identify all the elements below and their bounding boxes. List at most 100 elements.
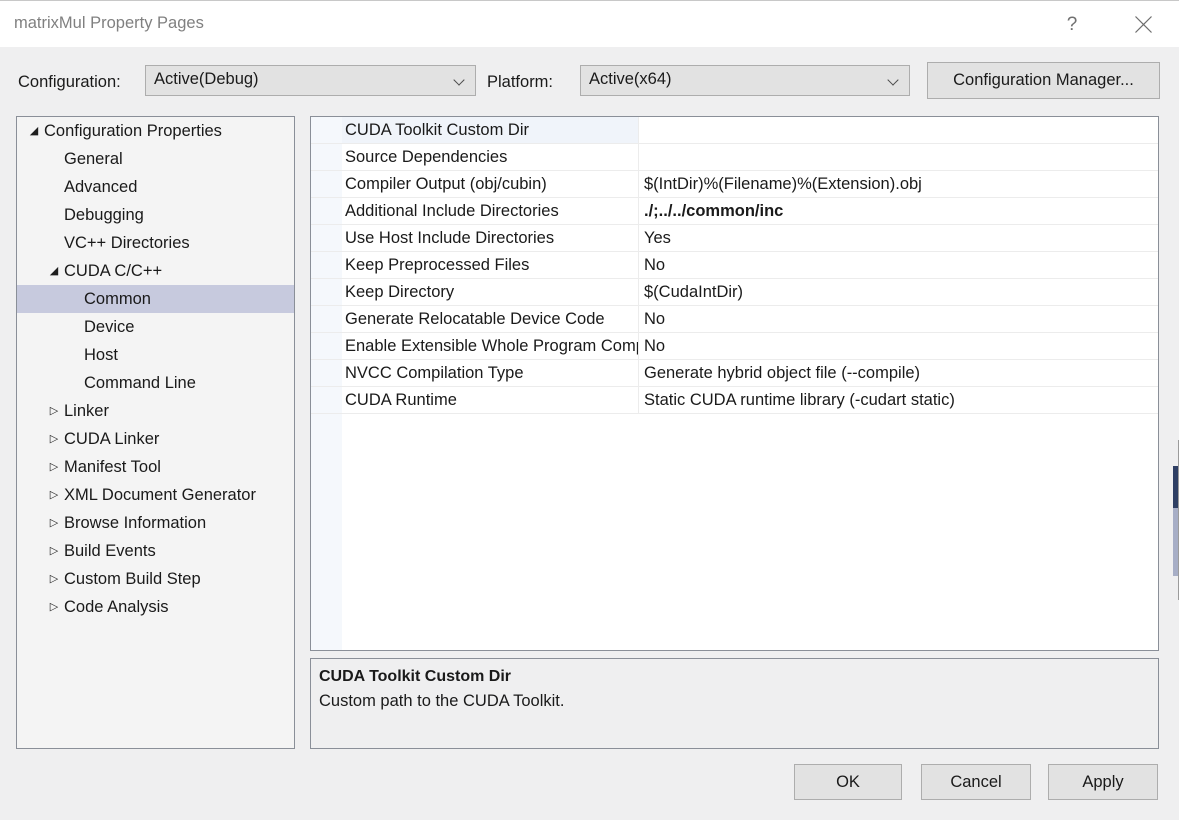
tree-item-label: Common (83, 290, 151, 309)
triangle-right-icon: ▷ (45, 462, 63, 473)
tree-item-label: VC++ Directories (63, 234, 190, 253)
tree-item-command-line[interactable]: Command Line (17, 369, 294, 397)
tree-item-host[interactable]: Host (17, 341, 294, 369)
description-title: CUDA Toolkit Custom Dir (319, 668, 511, 686)
tree-item-manifest-tool[interactable]: ▷Manifest Tool (17, 453, 294, 481)
platform-dropdown[interactable]: Active(x64) (580, 65, 910, 96)
tree-item-cuda-linker[interactable]: ▷CUDA Linker (17, 425, 294, 453)
property-row[interactable]: Compiler Output (obj/cubin)$(IntDir)%(Fi… (311, 171, 1158, 198)
apply-button[interactable]: Apply (1048, 764, 1158, 800)
tree-item-label: Configuration Properties (43, 122, 222, 141)
configuration-label: Configuration: (18, 73, 121, 92)
tree-item-advanced[interactable]: Advanced (17, 173, 294, 201)
cancel-button[interactable]: Cancel (921, 764, 1031, 800)
property-grid[interactable]: CUDA Toolkit Custom DirSource Dependenci… (310, 116, 1159, 651)
tree-item-code-analysis[interactable]: ▷Code Analysis (17, 593, 294, 621)
configuration-dropdown[interactable]: Active(Debug) (145, 65, 476, 96)
property-row[interactable]: Use Host Include DirectoriesYes (311, 225, 1158, 252)
property-row[interactable]: CUDA Toolkit Custom Dir (311, 117, 1158, 144)
triangle-down-icon: ◢ (45, 266, 63, 277)
configuration-tree[interactable]: ◢Configuration PropertiesGeneralAdvanced… (16, 116, 295, 749)
property-value[interactable]: No (638, 306, 1158, 332)
description-body: Custom path to the CUDA Toolkit. (319, 692, 564, 711)
property-row[interactable]: Source Dependencies (311, 144, 1158, 171)
tree-item-device[interactable]: Device (17, 313, 294, 341)
triangle-right-icon: ▷ (45, 406, 63, 417)
triangle-right-icon: ▷ (45, 602, 63, 613)
property-value[interactable]: $(CudaIntDir) (638, 279, 1158, 305)
property-name: Source Dependencies (342, 144, 638, 170)
tree-item-build-events[interactable]: ▷Build Events (17, 537, 294, 565)
triangle-right-icon: ▷ (45, 434, 63, 445)
property-value[interactable]: $(IntDir)%(Filename)%(Extension).obj (638, 171, 1158, 197)
property-name: NVCC Compilation Type (342, 360, 638, 386)
property-name: Keep Preprocessed Files (342, 252, 638, 278)
tree-item-label: XML Document Generator (63, 486, 256, 505)
close-icon (1134, 15, 1153, 34)
property-value[interactable]: Static CUDA runtime library (-cudart sta… (638, 387, 1158, 413)
tree-item-vc-directories[interactable]: VC++ Directories (17, 229, 294, 257)
help-button[interactable]: ? (1049, 1, 1095, 47)
property-value[interactable]: Yes (638, 225, 1158, 251)
tree-item-custom-build-step[interactable]: ▷Custom Build Step (17, 565, 294, 593)
property-row[interactable]: Keep Preprocessed FilesNo (311, 252, 1158, 279)
property-row[interactable]: Generate Relocatable Device CodeNo (311, 306, 1158, 333)
property-value[interactable] (638, 117, 1158, 143)
property-row[interactable]: Additional Include Directories./;../../c… (311, 198, 1158, 225)
property-value[interactable]: No (638, 252, 1158, 278)
tree-item-label: Host (83, 346, 118, 365)
tree-item-label: Browse Information (63, 514, 206, 533)
tree-item-label: CUDA C/C++ (63, 262, 162, 281)
scrollbar-track[interactable] (1173, 508, 1178, 576)
property-name: Compiler Output (obj/cubin) (342, 171, 638, 197)
property-row[interactable]: Keep Directory$(CudaIntDir) (311, 279, 1158, 306)
tree-item-label: General (63, 150, 123, 169)
tree-item-general[interactable]: General (17, 145, 294, 173)
title-bar: matrixMul Property Pages ? (0, 0, 1179, 47)
chevron-down-icon (455, 75, 466, 86)
property-value[interactable]: No (638, 333, 1158, 359)
property-value[interactable]: ./;../../common/inc (638, 198, 1158, 224)
configuration-manager-button[interactable]: Configuration Manager... (927, 62, 1160, 99)
tree-item-label: Build Events (63, 542, 156, 561)
configuration-value: Active(Debug) (154, 70, 259, 89)
triangle-right-icon: ▷ (45, 490, 63, 501)
tree-item-label: Debugging (63, 206, 144, 225)
chevron-down-icon (889, 75, 900, 86)
property-name: Use Host Include Directories (342, 225, 638, 251)
tree-item-browse-information[interactable]: ▷Browse Information (17, 509, 294, 537)
tree-item-label: Command Line (83, 374, 196, 393)
tree-item-linker[interactable]: ▷Linker (17, 397, 294, 425)
tree-item-cuda-c-c[interactable]: ◢CUDA C/C++ (17, 257, 294, 285)
triangle-right-icon: ▷ (45, 546, 63, 557)
platform-label: Platform: (487, 73, 553, 92)
tree-item-common[interactable]: Common (17, 285, 294, 313)
scrollbar-thumb[interactable] (1173, 466, 1178, 508)
property-value[interactable] (638, 144, 1158, 170)
background-window-scrollbar[interactable] (1173, 466, 1179, 576)
question-mark-icon: ? (1067, 15, 1078, 34)
property-name: Generate Relocatable Device Code (342, 306, 638, 332)
property-value[interactable]: Generate hybrid object file (--compile) (638, 360, 1158, 386)
tree-item-label: Linker (63, 402, 109, 421)
property-name: CUDA Runtime (342, 387, 638, 413)
tree-item-label: Code Analysis (63, 598, 169, 617)
platform-value: Active(x64) (589, 70, 672, 89)
property-pages-dialog: matrixMul Property Pages ? Configuration… (0, 0, 1179, 820)
triangle-right-icon: ▷ (45, 574, 63, 585)
tree-item-label: CUDA Linker (63, 430, 159, 449)
property-name: CUDA Toolkit Custom Dir (342, 117, 638, 143)
description-pane: CUDA Toolkit Custom Dir Custom path to t… (310, 658, 1159, 749)
property-row[interactable]: NVCC Compilation TypeGenerate hybrid obj… (311, 360, 1158, 387)
triangle-right-icon: ▷ (45, 518, 63, 529)
tree-item-label: Custom Build Step (63, 570, 201, 589)
tree-item-debugging[interactable]: Debugging (17, 201, 294, 229)
close-button[interactable] (1120, 1, 1166, 47)
window-title: matrixMul Property Pages (14, 14, 204, 33)
property-row[interactable]: CUDA RuntimeStatic CUDA runtime library … (311, 387, 1158, 414)
tree-item-configuration-properties[interactable]: ◢Configuration Properties (17, 117, 294, 145)
tree-item-label: Advanced (63, 178, 137, 197)
ok-button[interactable]: OK (794, 764, 902, 800)
property-row[interactable]: Enable Extensible Whole Program Compilat… (311, 333, 1158, 360)
tree-item-xml-document-generator[interactable]: ▷XML Document Generator (17, 481, 294, 509)
